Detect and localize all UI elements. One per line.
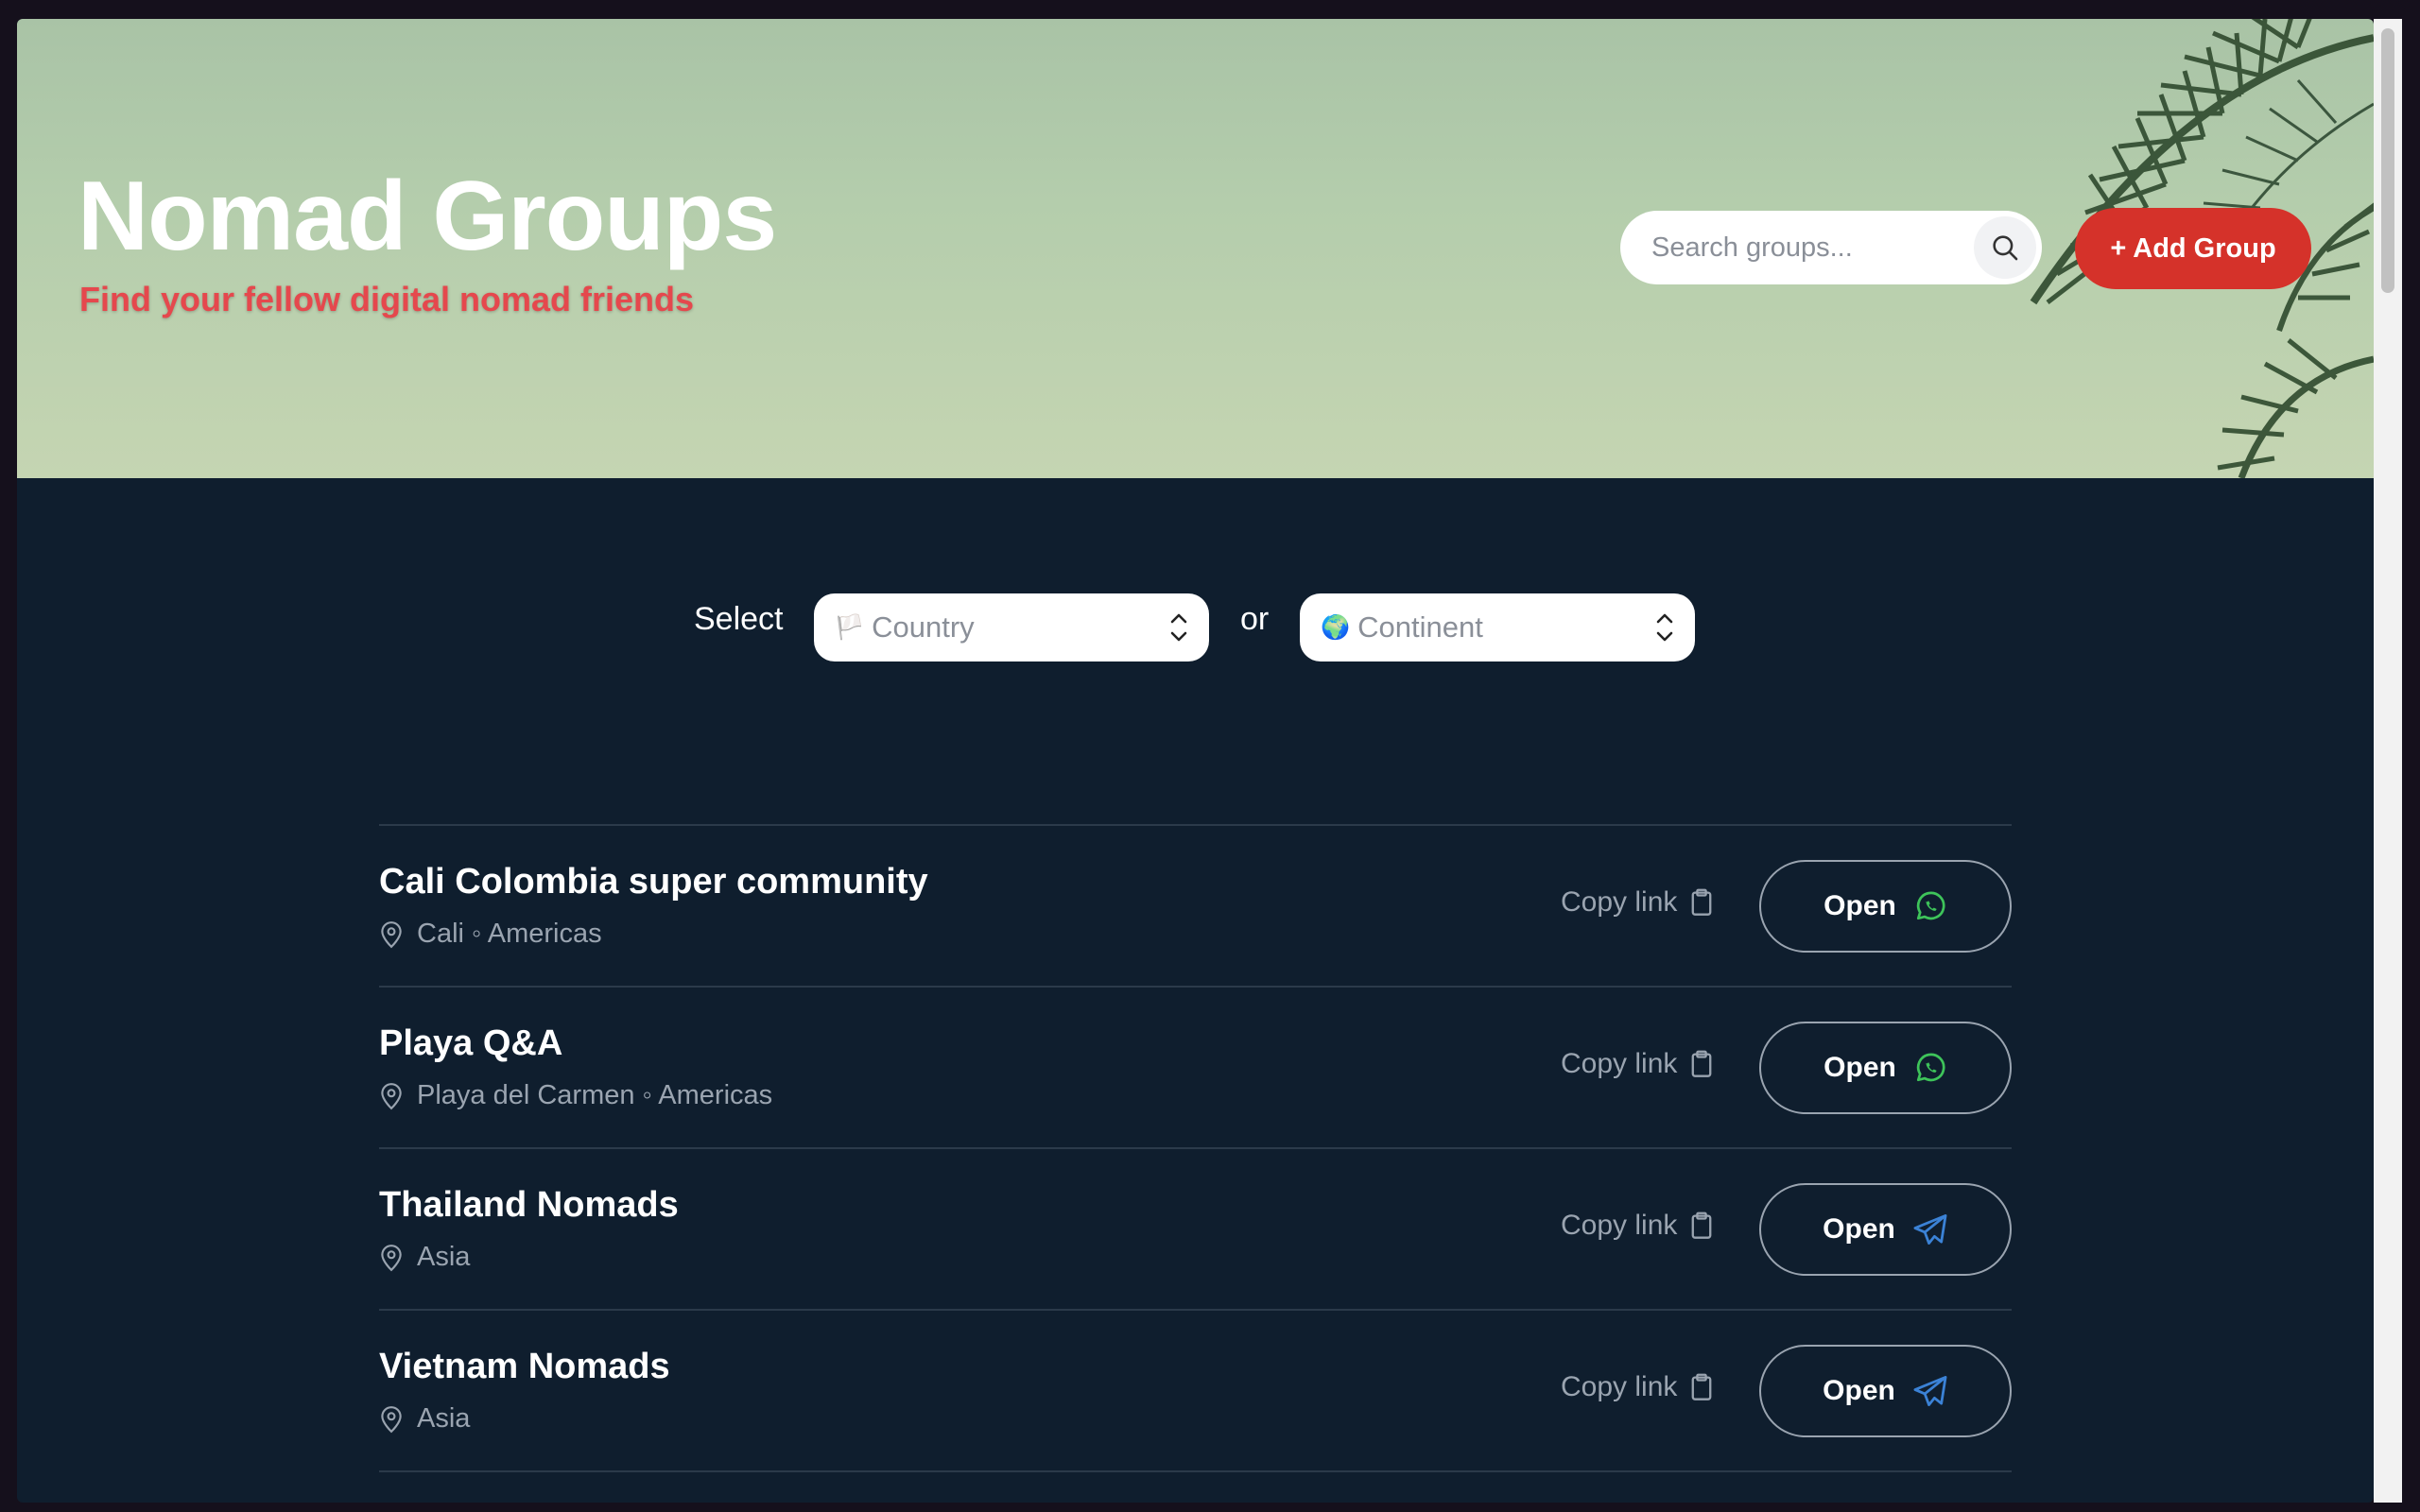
location-pin-icon xyxy=(381,1405,402,1433)
continent-select[interactable]: 🌍 Continent xyxy=(1300,593,1695,662)
whatsapp-icon xyxy=(1916,891,1945,920)
location-pin-icon xyxy=(381,1082,402,1109)
list-item: Thailand Nomads Asia Copy link Open xyxy=(379,1147,2012,1309)
telegram-icon xyxy=(1913,1375,1947,1407)
copy-link-button[interactable]: Copy link xyxy=(1561,886,1713,919)
search-button[interactable] xyxy=(1974,216,2036,279)
copy-link-label: Copy link xyxy=(1561,1048,1678,1079)
group-location: Playa del Carmen ◦ Americas xyxy=(379,1080,772,1111)
list-item: Cali Colombia super community Cali ◦ Ame… xyxy=(379,824,2012,986)
filter-bar: Select 🏳️ Country or 🌍 Continent xyxy=(17,565,2374,662)
group-name[interactable]: Thailand Nomads xyxy=(379,1185,679,1226)
search-icon xyxy=(1993,235,2018,261)
clipboard-icon xyxy=(1692,1211,1712,1239)
group-name[interactable]: Cali Colombia super community xyxy=(379,862,928,902)
scrollbar-thumb[interactable] xyxy=(2381,28,2394,293)
copy-link-label: Copy link xyxy=(1561,886,1678,918)
open-button[interactable]: Open xyxy=(1759,1183,2012,1276)
clipboard-icon xyxy=(1692,1373,1712,1400)
clipboard-icon xyxy=(1692,1050,1712,1077)
whatsapp-icon xyxy=(1916,1053,1945,1082)
globe-icon: 🌍 xyxy=(1321,613,1351,641)
location-text: Asia xyxy=(417,1403,471,1434)
page-subtitle: Find your fellow digital nomad friends xyxy=(79,280,695,318)
hero-banner: Nomad Groups Find your fellow digital no… xyxy=(17,19,2374,478)
or-label: or xyxy=(1240,601,1270,637)
group-location: Cali ◦ Americas xyxy=(379,919,602,950)
copy-link-button[interactable]: Copy link xyxy=(1561,1048,1713,1080)
location-text: Cali ◦ Americas xyxy=(417,919,602,949)
group-name[interactable]: Playa Q&A xyxy=(379,1023,562,1064)
telegram-icon xyxy=(1913,1213,1947,1246)
location-text: Playa del Carmen ◦ Americas xyxy=(417,1080,773,1110)
open-label: Open xyxy=(1824,890,1896,921)
location-pin-icon xyxy=(381,920,402,948)
group-location: Asia xyxy=(379,1403,470,1435)
country-placeholder: Country xyxy=(872,610,975,644)
open-label: Open xyxy=(1823,1213,1895,1245)
open-label: Open xyxy=(1823,1375,1895,1406)
open-button[interactable]: Open xyxy=(1759,1345,2012,1437)
copy-link-button[interactable]: Copy link xyxy=(1561,1371,1713,1403)
open-button[interactable]: Open xyxy=(1759,1022,2012,1114)
continent-placeholder: Continent xyxy=(1357,610,1483,644)
select-label: Select xyxy=(694,601,784,637)
page-title: Nomad Groups xyxy=(78,162,777,271)
copy-link-label: Copy link xyxy=(1561,1371,1678,1402)
chevron-up-down-icon xyxy=(1170,613,1187,642)
list-item: Playa Q&A Playa del Carmen ◦ Americas Co… xyxy=(379,986,2012,1147)
group-list: Cali Colombia super community Cali ◦ Ame… xyxy=(379,824,2012,1472)
location-pin-icon xyxy=(381,1244,402,1271)
vertical-scrollbar[interactable] xyxy=(2374,19,2402,1503)
copy-link-label: Copy link xyxy=(1561,1210,1678,1241)
group-name[interactable]: Vietnam Nomads xyxy=(379,1347,670,1387)
add-group-button[interactable]: + Add Group xyxy=(2075,208,2311,289)
open-label: Open xyxy=(1824,1052,1896,1083)
country-select[interactable]: 🏳️ Country xyxy=(814,593,1209,662)
search-box xyxy=(1620,211,2042,284)
chevron-up-down-icon xyxy=(1656,613,1673,642)
flag-icon: 🏳️ xyxy=(835,613,865,641)
location-text: Asia xyxy=(417,1242,471,1272)
app-window: Nomad Groups Find your fellow digital no… xyxy=(17,19,2374,1503)
clipboard-icon xyxy=(1692,888,1712,916)
open-button[interactable]: Open xyxy=(1759,860,2012,953)
copy-link-button[interactable]: Copy link xyxy=(1561,1210,1713,1242)
search-input[interactable] xyxy=(1620,211,1961,284)
group-location: Asia xyxy=(379,1242,470,1273)
list-item: Vietnam Nomads Asia Copy link Open xyxy=(379,1309,2012,1472)
